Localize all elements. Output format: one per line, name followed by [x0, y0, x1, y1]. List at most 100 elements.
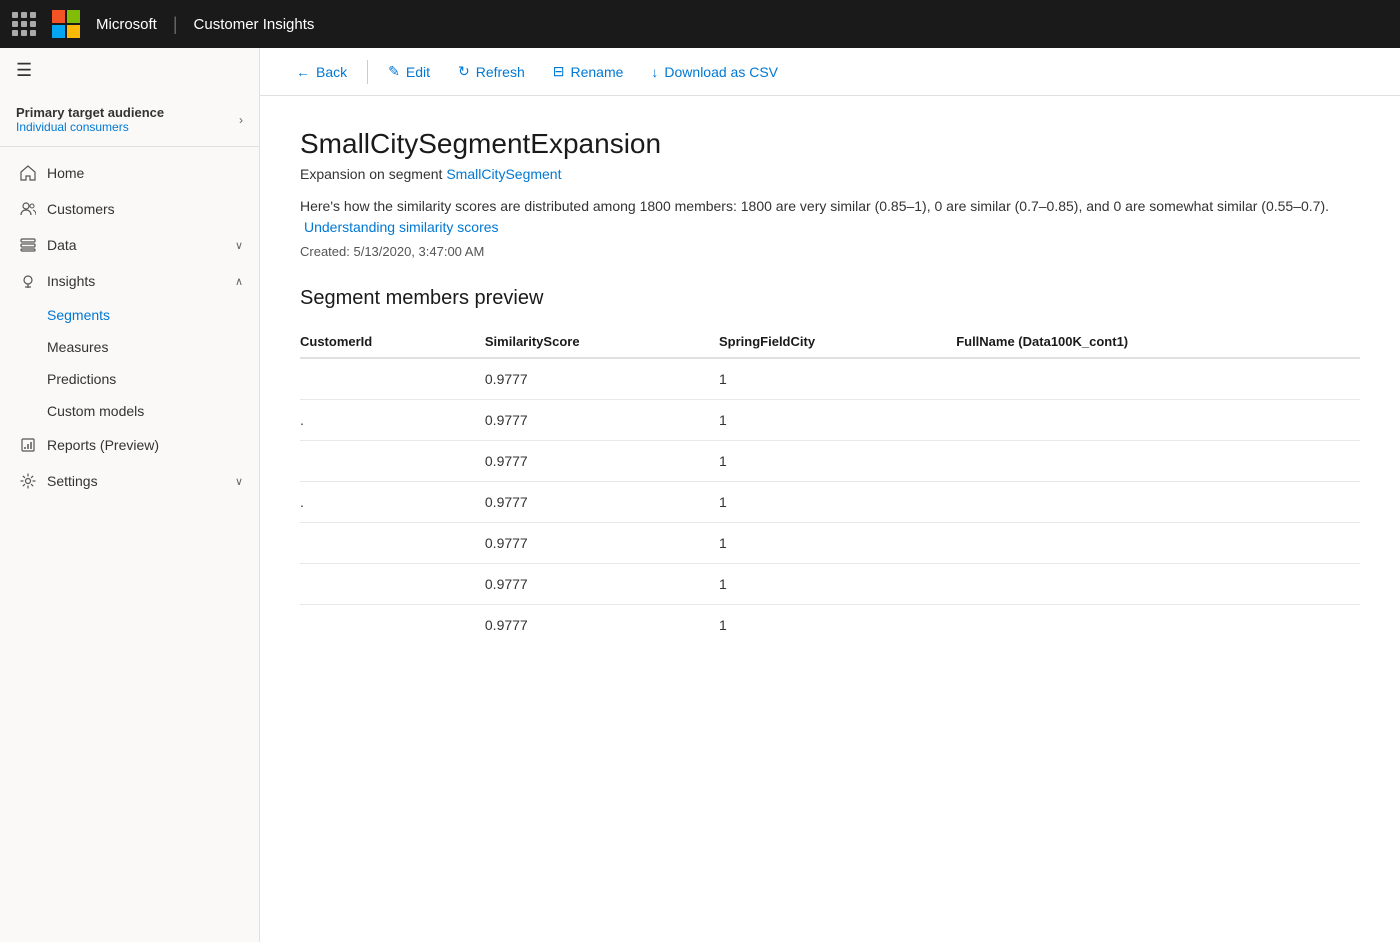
segment-link[interactable]: SmallCitySegment — [446, 166, 561, 182]
similarity-scores-link[interactable]: Understanding similarity scores — [304, 219, 499, 235]
cell-similarity-score: 0.9777 — [485, 564, 719, 605]
col-city: SpringFieldCity — [719, 326, 956, 358]
table-header: CustomerId SimilarityScore SpringFieldCi… — [300, 326, 1360, 358]
sidebar-item-custom-models[interactable]: Custom models — [0, 395, 259, 427]
sidebar-item-data-label: Data — [47, 237, 225, 253]
download-icon: ↓ — [651, 64, 658, 80]
sidebar-item-predictions[interactable]: Predictions — [0, 363, 259, 395]
sidebar-item-custom-models-label: Custom models — [47, 403, 144, 419]
audience-chevron-icon: › — [239, 113, 243, 127]
cell-similarity-score: 0.9777 — [485, 605, 719, 646]
cell-similarity-score: 0.9777 — [485, 400, 719, 441]
sidebar-item-insights-label: Insights — [47, 273, 225, 289]
refresh-label: Refresh — [476, 64, 525, 80]
table-row: . 0.9777 1 — [300, 400, 1360, 441]
app-launcher-icon[interactable] — [12, 12, 36, 36]
back-icon: ← — [296, 64, 310, 80]
rename-label: Rename — [570, 64, 623, 80]
refresh-button[interactable]: ↻ Refresh — [446, 57, 537, 86]
edit-icon: ✎ — [388, 63, 400, 80]
back-label: Back — [316, 64, 347, 80]
table-row: 0.9777 1 — [300, 605, 1360, 646]
cell-fullname — [956, 400, 1360, 441]
cell-fullname — [956, 358, 1360, 400]
cell-similarity-score: 0.9777 — [485, 358, 719, 400]
sidebar-item-home-label: Home — [47, 165, 243, 181]
sidebar-item-data[interactable]: Data ∨ — [0, 227, 259, 263]
cell-city: 1 — [719, 564, 956, 605]
home-icon — [19, 165, 37, 181]
microsoft-logo — [52, 10, 80, 38]
sidebar-item-reports-label: Reports (Preview) — [47, 437, 243, 453]
segment-created: Created: 5/13/2020, 3:47:00 AM — [300, 244, 1360, 259]
cell-customer-id: . — [300, 400, 485, 441]
sidebar-item-measures-label: Measures — [47, 339, 108, 355]
sidebar-item-predictions-label: Predictions — [47, 371, 116, 387]
insights-chevron-icon: ∧ — [235, 275, 243, 288]
cell-fullname — [956, 482, 1360, 523]
audience-info: Primary target audience Individual consu… — [16, 105, 164, 134]
sidebar-item-measures[interactable]: Measures — [0, 331, 259, 363]
table-row: 0.9777 1 — [300, 358, 1360, 400]
data-icon — [19, 237, 37, 253]
cell-customer-id — [300, 523, 485, 564]
hamburger-button[interactable]: ☰ — [0, 48, 259, 93]
cell-customer-id — [300, 441, 485, 482]
cell-fullname — [956, 441, 1360, 482]
sidebar-item-home[interactable]: Home — [0, 155, 259, 191]
edit-button[interactable]: ✎ Edit — [376, 57, 442, 86]
toolbar-divider-1 — [367, 60, 368, 84]
table-body: 0.9777 1 . 0.9777 1 0.9777 1 . 0.9777 1 — [300, 358, 1360, 645]
cell-city: 1 — [719, 400, 956, 441]
sidebar-item-insights[interactable]: Insights ∧ — [0, 263, 259, 299]
content-area: ← Back ✎ Edit ↻ Refresh ⊟ Rename ↓ Downl… — [260, 48, 1400, 942]
main-content: SmallCitySegmentExpansion Expansion on s… — [260, 96, 1400, 942]
cell-similarity-score: 0.9777 — [485, 523, 719, 564]
download-label: Download as CSV — [664, 64, 778, 80]
sidebar-item-customers[interactable]: Customers — [0, 191, 259, 227]
table-row: 0.9777 1 — [300, 523, 1360, 564]
audience-selector[interactable]: Primary target audience Individual consu… — [0, 93, 259, 147]
audience-sub: Individual consumers — [16, 120, 164, 134]
topbar-divider: | — [173, 14, 178, 35]
subtitle-prefix: Expansion on segment — [300, 166, 446, 182]
sidebar-item-settings-label: Settings — [47, 473, 225, 489]
sidebar-nav: Home Customers Data ∨ — [0, 147, 259, 942]
table-row: 0.9777 1 — [300, 564, 1360, 605]
sidebar: ☰ Primary target audience Individual con… — [0, 48, 260, 942]
cell-fullname — [956, 564, 1360, 605]
col-customer-id: CustomerId — [300, 326, 485, 358]
download-csv-button[interactable]: ↓ Download as CSV — [639, 58, 790, 86]
cell-city: 1 — [719, 482, 956, 523]
data-chevron-icon: ∨ — [235, 239, 243, 252]
customers-icon — [19, 201, 37, 217]
cell-customer-id — [300, 605, 485, 646]
desc-text: Here's how the similarity scores are dis… — [300, 198, 1329, 214]
segment-subtitle: Expansion on segment SmallCitySegment — [300, 166, 1360, 182]
sidebar-item-customers-label: Customers — [47, 201, 243, 217]
sidebar-item-reports[interactable]: Reports (Preview) — [0, 427, 259, 463]
settings-chevron-icon: ∨ — [235, 475, 243, 488]
sidebar-item-segments[interactable]: Segments — [0, 299, 259, 331]
preview-title: Segment members preview — [300, 287, 1360, 310]
col-fullname: FullName (Data100K_cont1) — [956, 326, 1360, 358]
sidebar-item-segments-label: Segments — [47, 307, 110, 323]
cell-city: 1 — [719, 441, 956, 482]
cell-city: 1 — [719, 358, 956, 400]
app-title: Customer Insights — [194, 16, 315, 33]
cell-similarity-score: 0.9777 — [485, 441, 719, 482]
table-row: 0.9777 1 — [300, 441, 1360, 482]
segment-title: SmallCitySegmentExpansion — [300, 128, 1360, 160]
rename-icon: ⊟ — [553, 63, 565, 80]
main-layout: ☰ Primary target audience Individual con… — [0, 48, 1400, 942]
toolbar: ← Back ✎ Edit ↻ Refresh ⊟ Rename ↓ Downl… — [260, 48, 1400, 96]
back-button[interactable]: ← Back — [284, 58, 359, 86]
audience-label: Primary target audience — [16, 105, 164, 120]
insights-icon — [19, 273, 37, 289]
refresh-icon: ↻ — [458, 63, 470, 80]
sidebar-item-settings[interactable]: Settings ∨ — [0, 463, 259, 499]
reports-icon — [19, 437, 37, 453]
rename-button[interactable]: ⊟ Rename — [541, 57, 636, 86]
col-similarity-score: SimilarityScore — [485, 326, 719, 358]
cell-city: 1 — [719, 605, 956, 646]
